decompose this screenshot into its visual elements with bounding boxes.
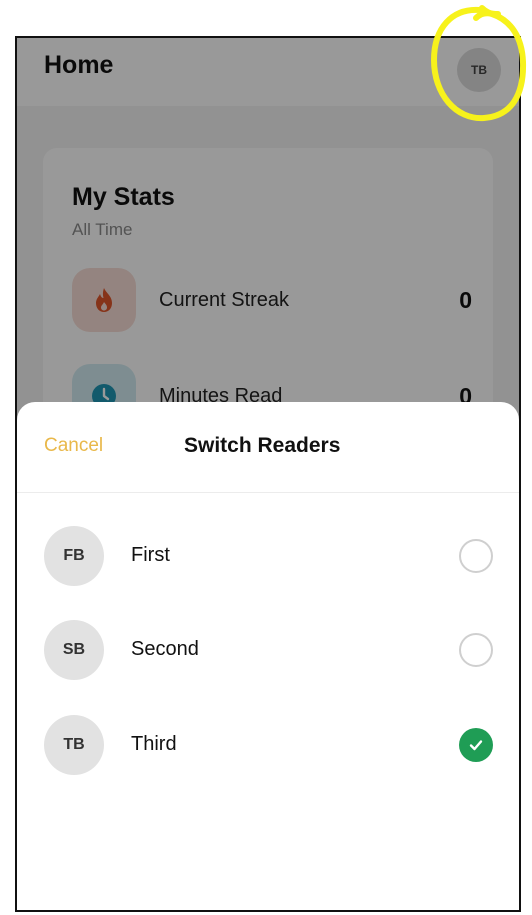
switch-readers-sheet: Cancel Switch Readers FB First SB Second…: [17, 402, 519, 910]
avatar: FB: [44, 526, 104, 586]
radio-unselected[interactable]: [459, 633, 493, 667]
radio-unselected[interactable]: [459, 539, 493, 573]
phone-screen: Home TB My Stats All Time Current Streak…: [15, 36, 521, 912]
reader-row-first[interactable]: FB First: [17, 509, 519, 603]
reader-row-second[interactable]: SB Second: [17, 603, 519, 697]
sheet-header: Cancel Switch Readers: [17, 402, 519, 493]
cancel-button[interactable]: Cancel: [44, 435, 103, 457]
radio-selected[interactable]: [459, 728, 493, 762]
checkmark-icon: [469, 740, 483, 751]
sheet-title: Switch Readers: [184, 434, 341, 457]
reader-row-third[interactable]: TB Third: [17, 698, 519, 792]
reader-name: Second: [131, 638, 199, 660]
avatar: TB: [44, 715, 104, 775]
reader-name: Third: [131, 733, 177, 755]
avatar: SB: [44, 620, 104, 680]
reader-name: First: [131, 544, 170, 566]
